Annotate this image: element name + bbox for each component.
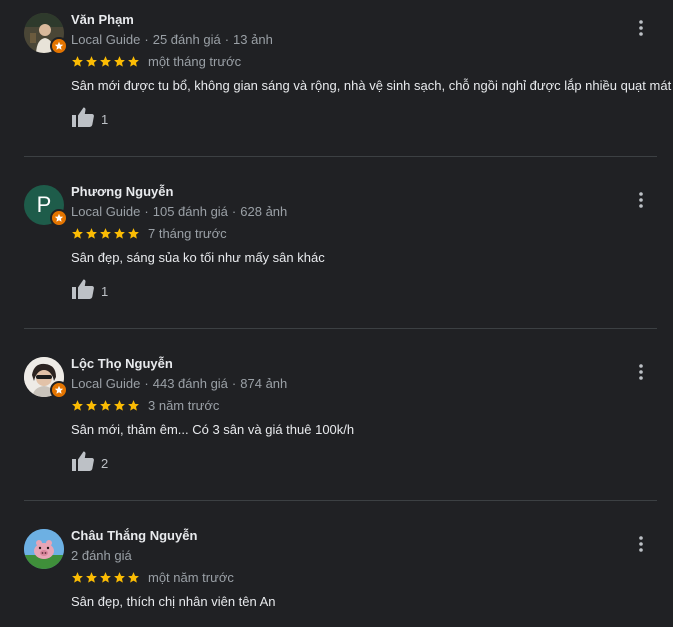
local-guide-badge-icon bbox=[50, 381, 68, 399]
photo-count: 628 ảnh bbox=[240, 204, 288, 219]
reviewer-meta: Local Guide · 25 đánh giá · 13 ảnh bbox=[71, 32, 273, 47]
reviewer-meta: Local Guide · 105 đánh giá · 628 ảnh bbox=[71, 204, 288, 219]
more-options-button[interactable] bbox=[631, 17, 651, 39]
reviewer-name[interactable]: Lộc Thọ Nguyễn bbox=[71, 356, 173, 371]
star-icon bbox=[100, 399, 111, 411]
star-rating bbox=[71, 55, 140, 68]
like-count: 1 bbox=[101, 284, 109, 299]
like-button[interactable]: 1 bbox=[71, 278, 108, 305]
review-date: 3 năm trước bbox=[148, 397, 220, 413]
local-guide-badge-icon bbox=[50, 37, 68, 55]
more-vert-icon bbox=[639, 536, 643, 552]
more-vert-icon bbox=[639, 20, 643, 36]
star-icon bbox=[128, 227, 139, 239]
rating-row: 7 tháng trước bbox=[71, 225, 227, 241]
local-guide-label: Local Guide bbox=[71, 376, 141, 391]
divider bbox=[24, 500, 657, 501]
more-options-button[interactable] bbox=[631, 189, 651, 211]
rating-row: một tháng trước bbox=[71, 53, 241, 69]
local-guide-label: Local Guide bbox=[71, 204, 141, 219]
reviewer-meta: Local Guide · 443 đánh giá · 874 ảnh bbox=[71, 376, 288, 391]
star-icon bbox=[72, 399, 83, 411]
local-guide-badge-icon bbox=[50, 209, 68, 227]
review-count: 2 đánh giá bbox=[71, 548, 132, 563]
star-icon bbox=[72, 571, 83, 583]
star-icon bbox=[86, 55, 97, 67]
avatar[interactable] bbox=[24, 529, 64, 569]
star-icon bbox=[128, 571, 139, 583]
more-options-button[interactable] bbox=[631, 533, 651, 555]
like-button[interactable]: 1 bbox=[71, 106, 108, 133]
thumbs-up-icon bbox=[71, 278, 95, 305]
star-icon bbox=[114, 55, 125, 67]
star-rating bbox=[71, 227, 140, 240]
star-icon bbox=[100, 227, 111, 239]
divider bbox=[24, 328, 657, 329]
star-rating bbox=[71, 571, 140, 584]
reviewer-meta: 2 đánh giá bbox=[71, 548, 132, 563]
star-icon bbox=[72, 227, 83, 239]
thumbs-up-icon bbox=[71, 450, 95, 477]
star-icon bbox=[72, 55, 83, 67]
star-icon bbox=[86, 571, 97, 583]
review-text: Sân đẹp, sáng sủa ko tối như mấy sân khá… bbox=[71, 250, 325, 265]
more-options-button[interactable] bbox=[631, 361, 651, 383]
star-icon bbox=[86, 227, 97, 239]
more-vert-icon bbox=[639, 192, 643, 208]
reviews-list: Văn Phạm Local Guide · 25 đánh giá · 13 ảnh … bbox=[0, 0, 673, 627]
star-icon bbox=[100, 571, 111, 583]
review-text: Sân mới, thảm êm... Có 3 sân và giá thuê… bbox=[71, 422, 355, 437]
local-guide-label: Local Guide bbox=[71, 32, 141, 47]
reviewer-name[interactable]: Châu Thắng Nguyễn bbox=[71, 528, 197, 543]
avatar[interactable] bbox=[24, 13, 68, 55]
reviewer-name[interactable]: Phương Nguyễn bbox=[71, 184, 173, 199]
avatar[interactable] bbox=[24, 357, 68, 399]
star-icon bbox=[128, 399, 139, 411]
rating-row: một năm trước bbox=[71, 569, 234, 585]
like-count: 2 bbox=[101, 456, 109, 471]
star-icon bbox=[114, 571, 125, 583]
review-text: Sân đẹp, thích chị nhân viên tên An bbox=[71, 594, 276, 609]
like-button[interactable]: 2 bbox=[71, 450, 108, 477]
reviewer-name[interactable]: Văn Phạm bbox=[71, 12, 134, 27]
star-icon bbox=[100, 55, 111, 67]
star-icon bbox=[114, 227, 125, 239]
review-date: một năm trước bbox=[148, 569, 234, 585]
review-count: 25 đánh giá bbox=[152, 32, 221, 47]
photo-count: 13 ảnh bbox=[233, 32, 273, 47]
star-icon bbox=[114, 399, 125, 411]
avatar[interactable]: P bbox=[24, 185, 68, 227]
photo-count: 874 ảnh bbox=[240, 376, 288, 391]
like-count: 1 bbox=[101, 112, 109, 127]
review-count: 105 đánh giá bbox=[152, 204, 228, 219]
more-vert-icon bbox=[639, 364, 643, 380]
star-icon bbox=[86, 399, 97, 411]
avatar-letter: P bbox=[36, 192, 52, 217]
star-rating bbox=[71, 399, 140, 412]
review-date: một tháng trước bbox=[148, 53, 242, 69]
rating-row: 3 năm trước bbox=[71, 397, 219, 413]
review-text: Sân mới được tu bổ, không gian sáng và r… bbox=[71, 78, 672, 93]
star-icon bbox=[128, 55, 139, 67]
review-count: 443 đánh giá bbox=[152, 376, 228, 391]
thumbs-up-icon bbox=[71, 106, 95, 133]
review-date: 7 tháng trước bbox=[148, 225, 227, 241]
divider bbox=[24, 156, 657, 157]
